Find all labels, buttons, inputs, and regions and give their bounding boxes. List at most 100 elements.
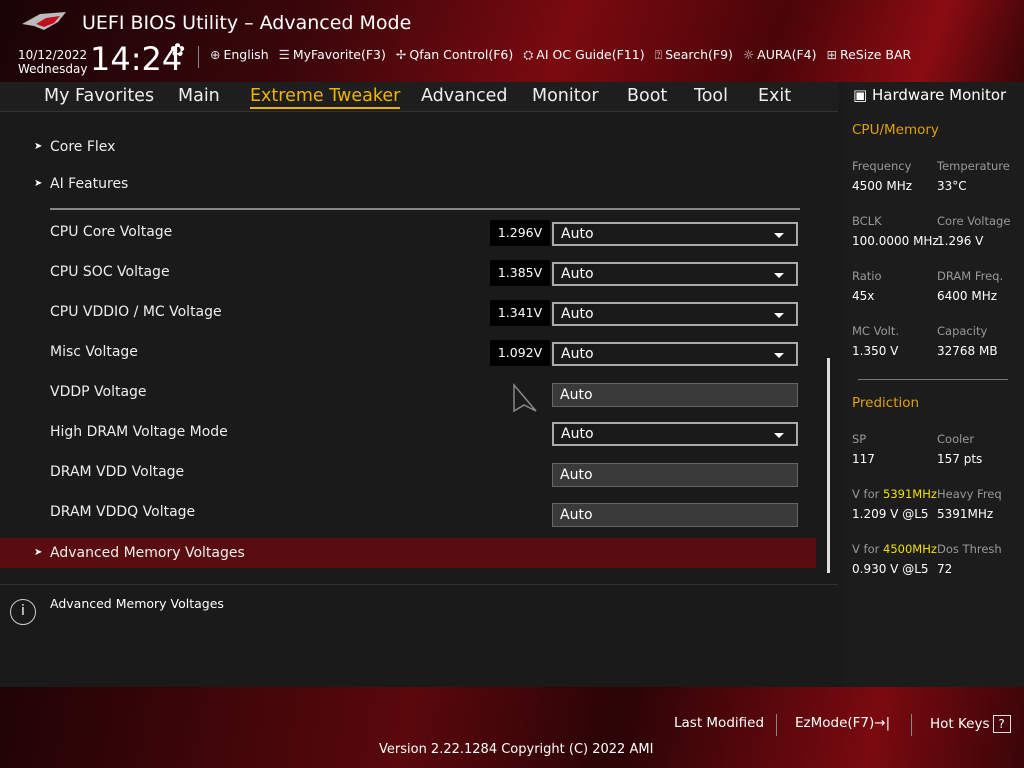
value: 1.296 V bbox=[937, 234, 984, 248]
last-modified-button[interactable]: Last Modified bbox=[674, 715, 764, 731]
cpu-core-voltage-select[interactable]: Auto bbox=[552, 222, 798, 246]
submenu-advanced-memory-voltages[interactable]: ➤ Advanced Memory Voltages bbox=[0, 538, 816, 568]
current-value: 1.341V bbox=[490, 300, 550, 326]
arrow-icon: ➤ bbox=[34, 178, 43, 189]
clock: 14:24 bbox=[90, 40, 183, 78]
aura-button[interactable]: ☼ AURA(F4) bbox=[743, 47, 817, 63]
label: Cooler bbox=[937, 432, 975, 446]
toolbar: ⊕ English ☰ MyFavorite(F3) ✢ Qfan Control(F… bbox=[210, 47, 911, 63]
option: Auto bbox=[560, 507, 593, 523]
version-text: Version 2.22.1284 Copyright (C) 2022 AMI bbox=[379, 742, 654, 757]
option: Auto bbox=[560, 387, 593, 403]
label: V for 4500MHz bbox=[852, 542, 937, 556]
label: AURA(F4) bbox=[757, 47, 817, 62]
chevron-down-icon bbox=[774, 313, 784, 318]
label: Advanced Memory Voltages bbox=[50, 545, 245, 561]
high-dram-voltage-mode-select[interactable]: Auto bbox=[552, 422, 798, 446]
qfan-button[interactable]: ✢ Qfan Control(F6) bbox=[396, 47, 513, 63]
resize-bar-button[interactable]: ⊞ ReSize BAR bbox=[826, 47, 911, 63]
myfavorite-button[interactable]: ☰ MyFavorite(F3) bbox=[279, 47, 386, 63]
cpu-vddio-select[interactable]: Auto bbox=[552, 302, 798, 326]
ai-oc-guide-button[interactable]: ⛭ AI OC Guide(F11) bbox=[523, 47, 644, 63]
freq: 5391MHz bbox=[883, 487, 937, 501]
monitor-icon: ▣ bbox=[853, 86, 868, 104]
tab-tool[interactable]: Tool bbox=[694, 86, 728, 106]
submenu-ai-features[interactable]: AI Features bbox=[50, 176, 128, 192]
divider bbox=[858, 379, 1008, 380]
label: Heavy Freq bbox=[937, 487, 1002, 501]
main-tabs: My Favorites Main Extreme Tweaker Advanc… bbox=[0, 82, 838, 112]
option: Auto bbox=[561, 306, 594, 322]
question-icon: ? bbox=[992, 715, 1011, 733]
tab-monitor[interactable]: Monitor bbox=[532, 86, 599, 106]
ai-icon: ⛭ bbox=[523, 47, 534, 62]
current-value: 1.296V bbox=[490, 220, 550, 246]
setting-label: VDDP Voltage bbox=[50, 384, 147, 400]
section-prediction: Prediction bbox=[852, 395, 920, 411]
arrow-icon: ➤ bbox=[34, 547, 43, 558]
section-cpu-memory: CPU/Memory bbox=[852, 122, 939, 138]
label: Qfan Control(F6) bbox=[409, 47, 514, 62]
option: Auto bbox=[560, 467, 593, 483]
current-value: 1.092V bbox=[490, 340, 550, 366]
label: Ratio bbox=[852, 269, 882, 283]
setting-label: DRAM VDDQ Voltage bbox=[50, 504, 196, 520]
list-icon: ☰ bbox=[278, 47, 290, 62]
label: ReSize BAR bbox=[839, 47, 912, 62]
label: Temperature bbox=[937, 159, 1010, 173]
mouse-cursor-icon bbox=[513, 383, 537, 413]
chevron-down-icon bbox=[774, 233, 784, 238]
globe-icon: ⊕ bbox=[210, 47, 221, 62]
setting-label: CPU Core Voltage bbox=[50, 224, 173, 240]
value: 5391MHz bbox=[937, 507, 994, 521]
tab-advanced[interactable]: Advanced bbox=[421, 86, 507, 106]
label: AI OC Guide(F11) bbox=[536, 47, 645, 62]
misc-voltage-select[interactable]: Auto bbox=[552, 342, 798, 366]
search-button[interactable]: ⍰ Search(F9) bbox=[655, 47, 733, 63]
arrow-icon: ➤ bbox=[34, 141, 43, 152]
help-text: Advanced Memory Voltages bbox=[50, 596, 224, 611]
label: DRAM Freq. bbox=[937, 269, 1004, 283]
value: 45x bbox=[852, 289, 875, 303]
submenu-core-flex[interactable]: Core Flex bbox=[50, 139, 115, 155]
value: 0.930 V @L5 bbox=[852, 562, 929, 576]
tab-main[interactable]: Main bbox=[178, 86, 220, 106]
ezmode-button[interactable]: EzMode(F7)→| bbox=[795, 715, 890, 731]
settings-panel: ➤ Core Flex ➤ AI Features CPU Core Volta… bbox=[0, 113, 838, 578]
tab-extreme-tweaker[interactable]: Extreme Tweaker bbox=[250, 86, 401, 109]
vddp-voltage-field[interactable]: Auto bbox=[552, 383, 798, 407]
dram-vdd-voltage-field[interactable]: Auto bbox=[552, 463, 798, 487]
chevron-down-icon bbox=[774, 353, 784, 358]
hardware-monitor-title: ▣ Hardware Monitor bbox=[853, 86, 1006, 104]
help-panel: i Advanced Memory Voltages bbox=[0, 584, 838, 687]
rog-logo-icon bbox=[22, 12, 66, 30]
tab-boot[interactable]: Boot bbox=[627, 86, 667, 106]
dram-vddq-voltage-field[interactable]: Auto bbox=[552, 503, 798, 527]
setting-label: Misc Voltage bbox=[50, 344, 138, 360]
language-button[interactable]: ⊕ English bbox=[210, 47, 269, 63]
chevron-down-icon bbox=[774, 273, 784, 278]
tab-exit[interactable]: Exit bbox=[758, 86, 791, 106]
aura-icon: ☼ bbox=[742, 47, 755, 62]
info-icon: i bbox=[10, 599, 36, 625]
value: 4500 MHz bbox=[852, 179, 913, 193]
day: Wednesday bbox=[18, 62, 88, 76]
value: 32768 MB bbox=[937, 344, 998, 358]
value: 6400 MHz bbox=[937, 289, 998, 303]
label: BCLK bbox=[852, 214, 882, 228]
scrollbar[interactable] bbox=[827, 358, 830, 573]
hardware-monitor: ▣ Hardware Monitor CPU/Memory Frequency … bbox=[845, 82, 1024, 687]
label: MC Volt. bbox=[852, 324, 899, 338]
hot-keys-button[interactable]: Hot Keys? bbox=[930, 715, 1011, 733]
cpu-soc-voltage-select[interactable]: Auto bbox=[552, 262, 798, 286]
gear-icon[interactable]: ✿ bbox=[170, 40, 185, 61]
date-display: 10/12/2022 Wednesday bbox=[18, 48, 87, 76]
current-value: 1.385V bbox=[490, 260, 550, 286]
setting-label: CPU VDDIO / MC Voltage bbox=[50, 304, 222, 320]
tab-my-favorites[interactable]: My Favorites bbox=[44, 86, 154, 106]
label: MyFavorite(F3) bbox=[292, 47, 386, 62]
label: EzMode(F7) bbox=[795, 715, 875, 731]
value: 100.0000 MHz bbox=[852, 234, 939, 248]
resize-icon: ⊞ bbox=[826, 47, 837, 62]
exit-arrow-icon: →| bbox=[874, 715, 891, 731]
